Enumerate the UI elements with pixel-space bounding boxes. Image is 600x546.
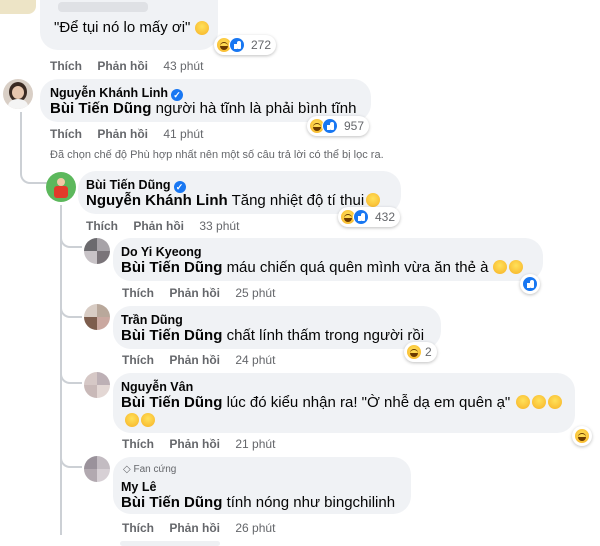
comment-author[interactable]: Do Yi Kyeong xyxy=(121,245,202,259)
reply-button[interactable]: Phản hồi xyxy=(97,127,148,141)
avatar[interactable] xyxy=(3,79,33,109)
comment-bubble: Do Yi Kyeong Bùi Tiến Dũng máu chiến quá… xyxy=(113,238,543,281)
comment-bubble: ◇ Fan cứng My Lê Bùi Tiến Dũng tính nóng… xyxy=(113,457,411,514)
reaction-summary[interactable] xyxy=(572,426,592,446)
mention-link[interactable]: Nguyễn Khánh Linh xyxy=(86,192,228,209)
like-reaction-icon xyxy=(229,37,245,53)
like-reaction-icon xyxy=(522,276,538,292)
comment-author[interactable]: My Lê xyxy=(121,480,156,494)
like-reaction-icon xyxy=(322,118,338,134)
pensive-emoji-icon xyxy=(195,21,209,35)
mention-link[interactable]: Bùi Tiến Dũng xyxy=(121,259,222,276)
comment-text: Nguyễn Khánh Linh Tăng nhiệt độ tí thui xyxy=(86,192,381,209)
comment-time[interactable]: 25 phút xyxy=(235,286,275,300)
mention-link[interactable]: Bùi Tiến Dũng xyxy=(121,327,222,344)
comment-text: Bùi Tiến Dũng chất lính thấm trong người… xyxy=(121,327,425,344)
like-reaction-icon xyxy=(353,209,369,225)
comment-text: "Để tụi nó lo mấy ơi" xyxy=(54,19,191,36)
thread-elbow xyxy=(60,448,82,468)
laughing-emoji-icon xyxy=(509,260,524,274)
thread-elbow xyxy=(60,228,82,248)
reply-button[interactable]: Phản hồi xyxy=(169,437,220,451)
like-button[interactable]: Thích xyxy=(50,59,82,73)
like-button[interactable]: Thích xyxy=(122,437,154,451)
reply-button[interactable]: Phản hồi xyxy=(169,353,220,367)
reply-button[interactable]: Phản hồi xyxy=(97,59,148,73)
haha-reaction-icon xyxy=(574,428,590,444)
comment-text: Bùi Tiến Dũng máu chiến quá quên mình vừ… xyxy=(121,259,524,276)
rofl-emoji-icon xyxy=(141,413,155,427)
rofl-emoji-icon xyxy=(516,395,531,409)
thread-elbow xyxy=(60,298,82,318)
hands-emoji-icon xyxy=(366,193,381,207)
next-comment-peek xyxy=(120,541,220,546)
comment-bubble: Nguyễn Vân Bùi Tiến Dũng lúc đó kiểu nhậ… xyxy=(113,373,575,433)
comment-author[interactable]: Nguyễn Vân xyxy=(121,380,193,394)
comment-author[interactable]: Bùi Tiến Dũng ✓ xyxy=(86,178,186,193)
avatar[interactable] xyxy=(46,172,76,202)
rofl-emoji-icon xyxy=(125,413,139,427)
reaction-summary[interactable]: 2 xyxy=(404,342,437,362)
diamond-icon: ◇ xyxy=(123,464,131,475)
avatar[interactable] xyxy=(84,456,110,482)
reply-button[interactable]: Phản hồi xyxy=(169,286,220,300)
comment-author[interactable]: Trần Dũng xyxy=(121,313,183,327)
haha-reaction-icon xyxy=(406,344,422,360)
reply-button[interactable]: Phản hồi xyxy=(133,219,184,233)
thread-elbow xyxy=(60,364,82,384)
blurred-avatar xyxy=(0,0,36,14)
comment-text: Bùi Tiến Dũng lúc đó kiểu nhận ra! "Ờ nh… xyxy=(121,394,563,411)
comment-actions: Thích Phản hồi 24 phút xyxy=(122,353,275,367)
avatar[interactable] xyxy=(84,372,110,398)
comment-actions: Thích Phản hồi 21 phút xyxy=(122,437,275,451)
like-button[interactable]: Thích xyxy=(122,286,154,300)
rofl-emoji-icon xyxy=(532,395,547,409)
like-button[interactable]: Thích xyxy=(86,219,118,233)
comment-actions: Thích Phản hồi 33 phút xyxy=(86,219,239,233)
comment-time[interactable]: 43 phút xyxy=(163,59,203,73)
comment-text: Bùi Tiến Dũng người hà tĩnh là phải bình… xyxy=(50,100,357,117)
comment-time[interactable]: 41 phút xyxy=(163,127,203,141)
comment-bubble: "Để tụi nó lo mấy ơi" xyxy=(40,0,218,50)
avatar[interactable] xyxy=(84,238,110,264)
comment-actions: Thích Phản hồi 25 phút xyxy=(122,286,275,300)
comment-time[interactable]: 21 phút xyxy=(235,437,275,451)
mention-link[interactable]: Bùi Tiến Dũng xyxy=(121,394,222,411)
comment-author[interactable]: Nguyễn Khánh Linh ✓ xyxy=(50,86,184,101)
avatar[interactable] xyxy=(84,304,110,330)
comment-actions: Thích Phản hồi 26 phút xyxy=(122,521,275,535)
comment-time[interactable]: 26 phút xyxy=(235,521,275,535)
rofl-emoji-icon xyxy=(548,395,563,409)
mention-link[interactable]: Bùi Tiến Dũng xyxy=(50,100,151,117)
reply-button[interactable]: Phản hồi xyxy=(169,521,220,535)
filter-notice: Đã chọn chế độ Phù hợp nhất nên một số c… xyxy=(50,149,384,161)
reaction-summary[interactable] xyxy=(520,274,540,294)
mention-link[interactable]: Bùi Tiến Dũng xyxy=(121,494,222,511)
like-button[interactable]: Thích xyxy=(122,353,154,367)
reaction-summary[interactable]: 957 xyxy=(307,116,370,136)
blurred-author xyxy=(58,2,148,12)
laughing-emoji-icon xyxy=(493,260,508,274)
comment-actions: Thích Phản hồi 43 phút xyxy=(50,59,203,73)
comment-bubble: Trần Dũng Bùi Tiến Dũng chất lính thấm t… xyxy=(113,306,441,349)
reaction-summary[interactable]: 432 xyxy=(338,207,401,227)
comment-time[interactable]: 33 phút xyxy=(199,219,239,233)
comment-actions: Thích Phản hồi 41 phút xyxy=(50,127,203,141)
comment-text: Bùi Tiến Dũng tính nóng như bingchilinh xyxy=(121,494,396,511)
like-button[interactable]: Thích xyxy=(50,127,82,141)
fan-badge[interactable]: ◇ Fan cứng xyxy=(123,464,176,475)
comment-time[interactable]: 24 phút xyxy=(235,353,275,367)
reaction-summary[interactable]: 272 xyxy=(214,35,277,55)
like-button[interactable]: Thích xyxy=(122,521,154,535)
